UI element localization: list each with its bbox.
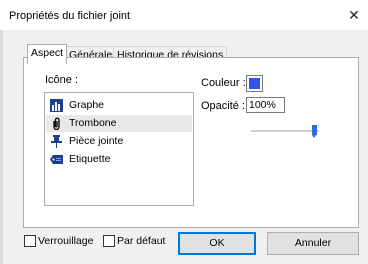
- icon-listbox[interactable]: Graphe Trombone Pièce jointe Etiquette: [44, 92, 194, 206]
- paperclip-icon: [50, 117, 63, 131]
- list-item-label: Pièce jointe: [69, 135, 124, 147]
- icon-label: Icône :: [45, 74, 79, 86]
- tag-icon: [50, 153, 63, 166]
- dialog-title: Propriétés du fichier joint: [9, 10, 131, 22]
- cancel-button[interactable]: Annuler: [267, 232, 359, 255]
- cancel-button-label: Annuler: [294, 237, 332, 249]
- tab-aspect-label: Aspect: [31, 47, 64, 59]
- close-icon[interactable]: ✕: [346, 7, 362, 23]
- dialog-titlebar: Propriétés du fichier joint ✕: [0, 0, 368, 30]
- graph-icon: [50, 99, 63, 112]
- opacity-field[interactable]: 100%: [246, 97, 285, 113]
- default-checkbox[interactable]: [103, 235, 115, 247]
- list-item-etiquette[interactable]: Etiquette: [46, 151, 192, 168]
- list-item-trombone[interactable]: Trombone: [46, 115, 192, 132]
- ok-button-label: OK: [209, 237, 225, 249]
- color-picker-button[interactable]: [246, 75, 263, 92]
- color-swatch: [249, 78, 260, 89]
- default-checkbox-label: Par défaut: [117, 235, 166, 247]
- list-item-label: Etiquette: [69, 153, 111, 165]
- list-item-label: Graphe: [69, 99, 105, 111]
- opacity-slider-track[interactable]: [251, 130, 319, 132]
- pushpin-icon: [50, 135, 63, 148]
- list-item-label: Trombone: [69, 117, 117, 129]
- opacity-slider-thumb[interactable]: [312, 125, 317, 138]
- list-item-piece-jointe[interactable]: Pièce jointe: [46, 133, 192, 150]
- color-label: Couleur :: [201, 77, 246, 89]
- opacity-label: Opacité :: [201, 100, 246, 112]
- list-item-graphe[interactable]: Graphe: [46, 97, 192, 114]
- ok-button[interactable]: OK: [178, 232, 256, 255]
- lock-checkbox[interactable]: [24, 235, 36, 247]
- tab-aspect[interactable]: Aspect: [27, 44, 68, 64]
- lock-checkbox-label: Verrouillage: [38, 235, 94, 247]
